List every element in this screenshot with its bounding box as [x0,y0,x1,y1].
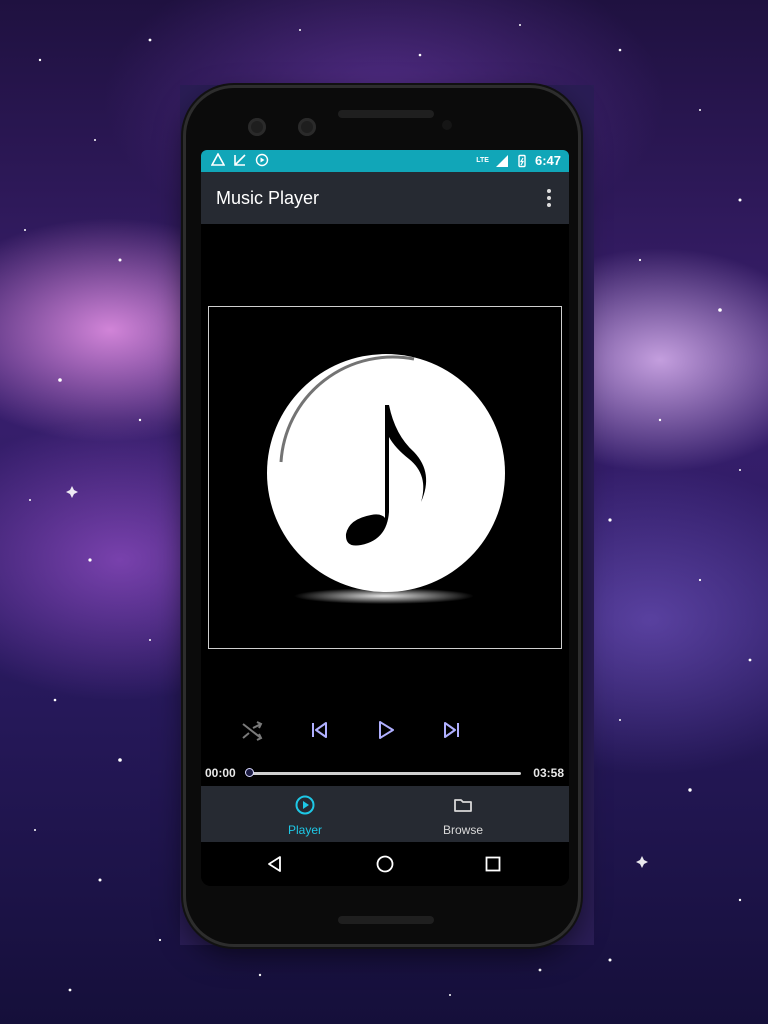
skip-next-icon[interactable] [438,716,466,744]
seek-track[interactable] [249,772,521,775]
nav-player-label: Player [287,823,322,837]
back-icon[interactable] [265,854,285,874]
play-circle-icon [295,795,315,815]
proximity-sensor [442,120,452,130]
overflow-menu-icon[interactable] [539,186,559,210]
nav-player[interactable]: Player [245,794,365,838]
status-bar: LTE 6:47 [201,150,569,172]
no-signal-icon [234,154,246,166]
seek-thumb[interactable] [245,768,254,777]
earpiece-speaker [338,110,434,118]
recents-icon[interactable] [483,854,503,874]
folder-icon [454,799,472,812]
skip-previous-icon[interactable] [305,716,333,744]
battery-icon [518,154,526,167]
phone-screen: LTE 6:47 Music Player 00:00 03:58 Player… [201,150,569,886]
front-camera [248,118,266,136]
bottom-speaker [338,916,434,924]
play-button-icon[interactable] [371,716,399,744]
front-sensor [298,118,316,136]
system-navigation-bar [201,842,569,886]
seek-bar: 00:00 03:58 [201,764,569,782]
status-time: 6:47 [534,153,561,168]
signal-icon [495,154,508,167]
nav-browse-label: Browse [442,823,483,837]
nav-browse[interactable]: Browse [403,794,523,838]
app-bar: Music Player [201,172,569,224]
shuffle-icon[interactable] [238,716,266,744]
media-icon [255,153,269,167]
bottom-navigation: Player Browse [201,786,569,842]
app-title: Music Player [216,188,320,208]
album-art [208,306,562,649]
drive-icon [211,153,225,166]
home-icon[interactable] [375,854,395,874]
music-note-artwork [267,354,505,604]
playback-controls [201,716,569,752]
elapsed-time: 00:00 [205,766,236,780]
network-type: LTE [476,157,489,164]
total-time: 03:58 [533,766,564,780]
